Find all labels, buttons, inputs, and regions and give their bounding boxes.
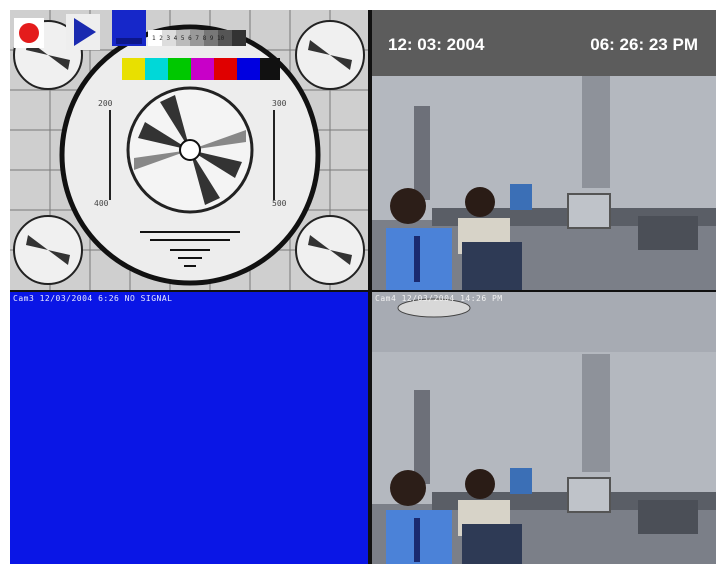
- test-pattern-label: 500: [272, 199, 287, 208]
- test-pattern-scale: 1 2 3 4 5 6 7 8 9 10: [152, 35, 225, 42]
- test-pattern-label: 200: [98, 99, 113, 108]
- recording-date: 12: 03: 2004: [388, 35, 485, 54]
- recording-time: 06: 26: 23 PM: [590, 35, 698, 54]
- camera-view-1[interactable]: 200 300 400 500 1 2 3 4 5 6 7 8 9 10: [10, 10, 368, 290]
- stop-icon: [112, 10, 146, 46]
- record-icon: [19, 23, 39, 43]
- test-pattern-label: 300: [272, 99, 287, 108]
- camera-view-4[interactable]: Cam4 12/03/2004 14:26 PM: [372, 292, 716, 564]
- record-button[interactable]: [14, 18, 44, 48]
- camera-view-3[interactable]: Cam3 12/03/2004 6:26 NO SIGNAL: [10, 292, 368, 564]
- camera-view-2[interactable]: 12: 03: 2004 06: 26: 23 PM: [372, 10, 716, 290]
- play-icon: [74, 18, 96, 46]
- dvr-monitor: 200 300 400 500 1 2 3 4 5 6 7 8 9 10 12:…: [10, 10, 716, 564]
- camera-label: Cam4 12/03/2004 14:26 PM: [375, 294, 503, 303]
- camera-label: Cam3 12/03/2004 6:26 NO SIGNAL: [13, 294, 173, 303]
- test-pattern-label: 400: [94, 199, 109, 208]
- office-scene-image: [372, 292, 716, 564]
- play-button[interactable]: [66, 14, 100, 50]
- test-pattern-image: 200 300 400 500 1 2 3 4 5 6 7 8 9 10: [10, 10, 368, 290]
- stop-button[interactable]: [112, 10, 146, 46]
- datetime-overlay: 12: 03: 2004 06: 26: 23 PM: [372, 10, 716, 76]
